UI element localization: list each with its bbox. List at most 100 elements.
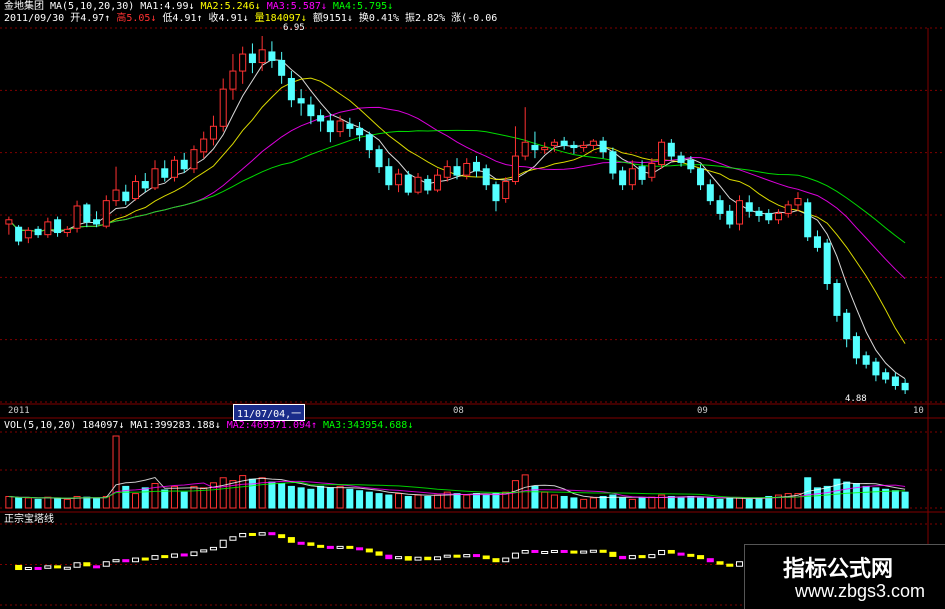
tower-block (180, 553, 188, 557)
vol-header: VOL(5,10,20) 184097↓ MA1:399283.188↓ MA2:46… (4, 420, 419, 432)
candle-body (560, 140, 568, 146)
tower-block (268, 532, 276, 536)
tower-block (453, 554, 461, 558)
candle-body (424, 178, 432, 191)
vol-params: VOL(5,10,20) (4, 420, 77, 431)
candle-body (570, 144, 578, 149)
watermark-logo: 指标公式网 www.zbgs3.com (744, 544, 945, 609)
volume-bar (570, 497, 578, 509)
quote-close: 收4.91↓ (208, 13, 249, 24)
tower-block (44, 565, 52, 569)
candle-body (619, 170, 627, 186)
candle-body (862, 355, 870, 365)
tower-block (395, 556, 403, 560)
tower-block (619, 555, 627, 560)
volume-bar (823, 485, 831, 509)
chart-canvas[interactable] (0, 0, 945, 609)
candle-body (852, 336, 860, 359)
tower-block (570, 550, 578, 554)
candle-body (463, 162, 471, 176)
tower-block (346, 545, 354, 549)
candle-body (375, 149, 383, 168)
candle-body (492, 184, 500, 202)
volume-bar (804, 477, 812, 509)
volume-bar (472, 493, 481, 509)
volume-bar (375, 493, 383, 509)
ma3-value: MA3:5.587↓ (266, 1, 327, 12)
candle-body (580, 144, 588, 149)
volume-bar (453, 493, 461, 509)
volume-bar (365, 491, 373, 509)
volume-bar (755, 497, 763, 509)
candle-body (541, 147, 549, 151)
high-price-annotation: 6.95 (283, 23, 305, 33)
quote-high: 高5.05↓ (116, 13, 157, 24)
candle-body (317, 115, 325, 122)
volume-bar (716, 498, 724, 509)
tower-block (375, 551, 383, 556)
low-price-annotation: 4.88 (845, 394, 867, 404)
quote-turnover: 换0.41% (358, 13, 400, 24)
tower-block (541, 550, 549, 554)
volume-bar (385, 494, 393, 509)
candle-body (472, 161, 481, 172)
tower-block (239, 532, 247, 538)
volume-bar (170, 485, 179, 509)
volume-bar (648, 496, 656, 509)
tower-block (307, 542, 315, 546)
tower-block (404, 556, 412, 561)
candle-body (648, 162, 656, 178)
axis-label-10: 10 (913, 406, 924, 416)
tower-block (336, 545, 344, 549)
tower-block (112, 559, 120, 563)
tower-block (560, 549, 568, 553)
candle-body (502, 181, 510, 200)
tower-block (229, 536, 237, 541)
candle-body (326, 120, 334, 133)
quote-low: 低4.91↑ (162, 13, 203, 24)
candle-body (15, 226, 23, 242)
volume-bar (492, 493, 500, 509)
candle-body (891, 376, 899, 387)
volume-bar (307, 488, 315, 509)
tower-block (599, 549, 607, 553)
candle-body (219, 88, 227, 127)
volume-bar (872, 487, 880, 509)
candle-body (667, 142, 675, 157)
stock-chart-window[interactable]: 金地集团 MA(5,10,20,30) MA1:4.99↓ MA2:5.246↓ MA3… (0, 0, 945, 609)
tower-block (209, 546, 217, 551)
candle-body (414, 176, 422, 193)
tower-block (200, 549, 208, 553)
candle-body (151, 168, 159, 189)
stock-name: 金地集团 (4, 1, 44, 12)
vol-ma2: MA2:469371.094↑ (226, 420, 318, 431)
quote-open: 开4.97↑ (70, 13, 111, 24)
candle-body (901, 382, 909, 391)
candle-body (404, 174, 412, 193)
volume-bar (83, 496, 91, 509)
volume-bar (667, 495, 675, 509)
candle-body (794, 198, 802, 206)
tower-block (648, 554, 656, 559)
tower-block (638, 555, 646, 559)
tower-block (726, 563, 734, 567)
candle-body (833, 283, 841, 316)
volume-bar (706, 497, 714, 509)
volume-bar (541, 491, 549, 509)
vol-ma1: MA1:399283.188↓ (130, 420, 221, 431)
volume-bar (550, 494, 558, 509)
tower-block (190, 551, 198, 557)
tower-block (589, 549, 597, 553)
volume-bar (141, 487, 149, 509)
volume-bar (735, 497, 744, 509)
candle-body (24, 229, 32, 239)
tower-block (687, 553, 695, 557)
ma2-value: MA2:5.246↓ (200, 1, 261, 12)
candle-body (161, 168, 169, 178)
candle-body (170, 159, 179, 178)
candle-body (336, 120, 344, 133)
candle-body (443, 166, 451, 178)
volume-bar (356, 490, 364, 509)
candle-body (44, 221, 52, 236)
candle-body (73, 205, 81, 229)
